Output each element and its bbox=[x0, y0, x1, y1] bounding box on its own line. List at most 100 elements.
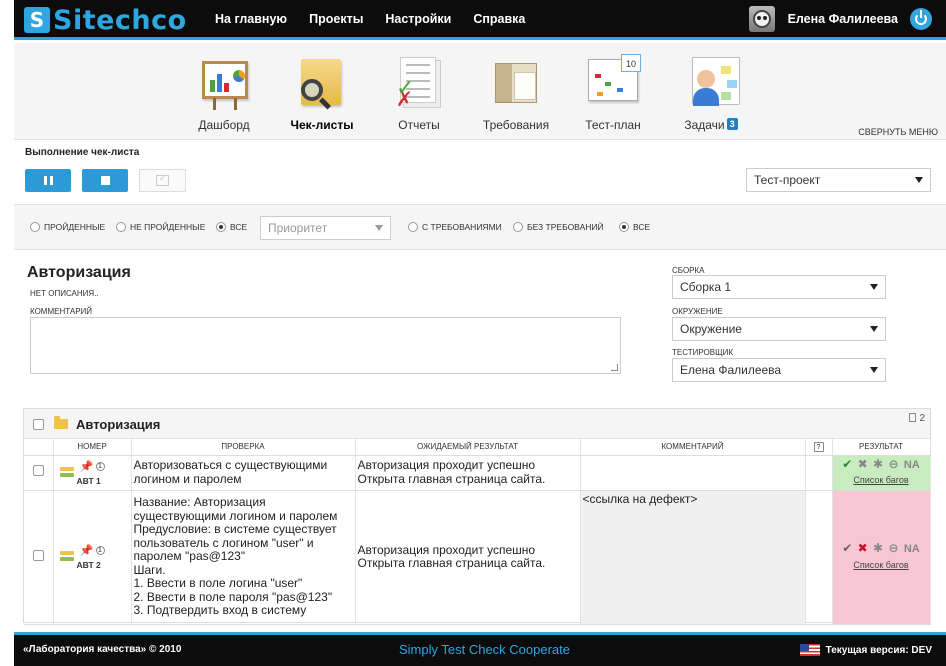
pause-button[interactable] bbox=[25, 169, 71, 192]
footer-version: Текущая версия: DEV bbox=[799, 644, 932, 656]
tester-select-value: Елена Фалилеева bbox=[680, 363, 782, 377]
run-count-badge: 1 bbox=[95, 461, 105, 471]
filter-without-requirements[interactable]: БЕЗ ТРЕБОВАНИЙ bbox=[513, 222, 604, 232]
finish-button[interactable] bbox=[139, 169, 186, 192]
group-checkbox[interactable] bbox=[33, 419, 44, 430]
lock-icon[interactable]: ⊖ bbox=[888, 541, 898, 555]
top-nav: На главную Проекты Настройки Справка bbox=[215, 0, 547, 37]
group-header: Авторизация 2 bbox=[24, 409, 930, 439]
row-checkbox[interactable] bbox=[32, 549, 44, 561]
module-label: Задачи bbox=[684, 118, 725, 132]
check-cell: Авторизоваться с существующими логином и… bbox=[131, 455, 356, 491]
checks-table: Авторизация 2 НОМЕР ПРОВЕРКА ОЖИДАЕМЫЙ Р… bbox=[23, 408, 931, 625]
col-select bbox=[24, 439, 54, 456]
module-label-wrap: Задачи 3 bbox=[671, 118, 751, 132]
col-result: РЕЗУЛЬТАТ bbox=[832, 439, 931, 456]
bug-icon[interactable]: ✱ bbox=[873, 541, 883, 555]
number-cell: 📌 1 АВТ 1 bbox=[53, 455, 132, 491]
expected-cell: Авторизация проходит успешно Открыта гла… bbox=[355, 490, 581, 625]
checks-grid: НОМЕР ПРОВЕРКА ОЖИДАЕМЫЙ РЕЗУЛЬТАТ КОММЕ… bbox=[24, 439, 931, 625]
group-title: Авторизация bbox=[76, 417, 161, 432]
comment-textarea[interactable] bbox=[30, 317, 621, 374]
expected-line: Авторизация проходит успешно bbox=[357, 542, 536, 557]
nav-projects[interactable]: Проекты bbox=[309, 12, 363, 26]
row-checkbox[interactable] bbox=[32, 465, 44, 477]
comment-cell[interactable] bbox=[580, 455, 806, 491]
filter-not-passed[interactable]: НЕ ПРОЙДЕННЫЕ bbox=[116, 222, 205, 232]
environment-select[interactable]: Окружение bbox=[672, 317, 886, 341]
radio-label: НЕ ПРОЙДЕННЫЕ bbox=[130, 222, 206, 232]
nav-home[interactable]: На главную bbox=[215, 12, 287, 26]
tester-label: ТЕСТИРОВЩИК bbox=[672, 348, 733, 357]
environment-select-value: Окружение bbox=[680, 322, 742, 336]
nav-help[interactable]: Справка bbox=[473, 12, 525, 26]
checklist-title: Авторизация bbox=[27, 264, 131, 281]
module-checklists[interactable]: Чек-листы bbox=[282, 51, 362, 132]
check-line: Авторизоваться с существующими bbox=[133, 458, 328, 472]
col-number: НОМЕР bbox=[53, 439, 132, 456]
pass-check-icon[interactable]: ✔ bbox=[842, 541, 852, 555]
lock-icon[interactable]: ⊖ bbox=[888, 457, 898, 471]
fail-cross-icon[interactable]: ✖ bbox=[858, 457, 868, 471]
radio-icon bbox=[513, 222, 523, 232]
logout-button[interactable] bbox=[910, 8, 932, 30]
comment-cell[interactable]: <ссылка на дефект> bbox=[580, 490, 806, 625]
na-button[interactable]: NA bbox=[904, 459, 920, 471]
result-cell: ✔ ✖ ✱ ⊖ NA Список багов bbox=[832, 490, 931, 625]
check-line: Шаги. bbox=[133, 562, 166, 577]
help-icon[interactable]: ? bbox=[813, 441, 824, 452]
pin-icon[interactable]: 📌 bbox=[80, 545, 94, 559]
help-cell bbox=[805, 490, 833, 625]
na-button[interactable]: NA bbox=[904, 543, 920, 555]
build-select[interactable]: Сборка 1 bbox=[672, 275, 886, 299]
tester-select[interactable]: Елена Фалилеева bbox=[672, 358, 886, 382]
item-count: 2 bbox=[909, 413, 925, 424]
tasks-count-badge: 3 bbox=[726, 118, 738, 130]
calendar-check-icon bbox=[156, 173, 169, 186]
module-label: Чек-листы bbox=[290, 118, 354, 132]
module-test-plan[interactable]: 10 Тест-план bbox=[573, 51, 653, 132]
check-line: логином и паролем bbox=[133, 471, 242, 486]
page-icon bbox=[909, 413, 917, 422]
chevron-down-icon bbox=[870, 367, 878, 373]
priority-select[interactable]: Приоритет bbox=[260, 216, 391, 240]
bugs-list-link[interactable]: Список багов bbox=[835, 474, 928, 488]
module-bar: Дашборд Чек-листы ✓ ✗ Отчеты Требования 1… bbox=[14, 43, 946, 140]
pass-check-icon[interactable]: ✔ bbox=[842, 457, 852, 471]
radio-label: ВСЕ bbox=[230, 222, 248, 232]
radio-icon bbox=[116, 222, 126, 232]
col-help: ? bbox=[805, 439, 833, 456]
collapse-menu-link[interactable]: СВЕРНУТЬ МЕНЮ bbox=[858, 127, 938, 137]
chevron-down-icon bbox=[870, 284, 878, 290]
filter-with-requirements[interactable]: С ТРЕБОВАНИЯМИ bbox=[408, 222, 502, 232]
module-tasks[interactable]: Задачи 3 bbox=[671, 51, 751, 132]
result-cell: ✔ ✖ ✱ ⊖ NA Список багов bbox=[832, 455, 931, 491]
tasks-person-icon bbox=[682, 51, 740, 109]
logo[interactable]: S Sitechco bbox=[24, 5, 187, 36]
avatar[interactable] bbox=[748, 6, 775, 32]
module-requirements[interactable]: Требования bbox=[476, 51, 556, 132]
filter-all-status[interactable]: ВСЕ bbox=[216, 222, 247, 232]
us-flag-icon[interactable] bbox=[799, 644, 820, 656]
build-select-value: Сборка 1 bbox=[680, 280, 732, 294]
item-count-value: 2 bbox=[919, 413, 925, 424]
chevron-down-icon bbox=[870, 326, 878, 332]
user-name[interactable]: Елена Фалилеева bbox=[788, 12, 898, 26]
module-label: Тест-план bbox=[585, 118, 641, 132]
fail-cross-icon[interactable]: ✖ bbox=[858, 541, 868, 555]
bug-icon[interactable]: ✱ bbox=[873, 457, 883, 471]
pin-icon[interactable]: 📌 bbox=[80, 461, 94, 475]
module-reports[interactable]: ✓ ✗ Отчеты bbox=[379, 51, 459, 132]
nav-settings[interactable]: Настройки bbox=[385, 12, 451, 26]
check-id: АВТ 2 bbox=[76, 560, 101, 570]
module-dashboard[interactable]: Дашборд bbox=[184, 51, 264, 132]
power-icon bbox=[915, 10, 927, 25]
filter-passed[interactable]: ПРОЙДЕННЫЕ bbox=[30, 222, 105, 232]
stop-button[interactable] bbox=[82, 169, 128, 192]
table-row: 📌 1 АВТ 1 Авторизоваться с существующими… bbox=[24, 455, 931, 491]
radio-label: С ТРЕБОВАНИЯМИ bbox=[422, 222, 502, 232]
project-select[interactable]: Тест-проект bbox=[746, 168, 931, 192]
row-select-cell bbox=[24, 490, 54, 625]
filter-all-requirements[interactable]: ВСЕ bbox=[619, 222, 650, 232]
bugs-list-link[interactable]: Список багов bbox=[835, 559, 928, 573]
